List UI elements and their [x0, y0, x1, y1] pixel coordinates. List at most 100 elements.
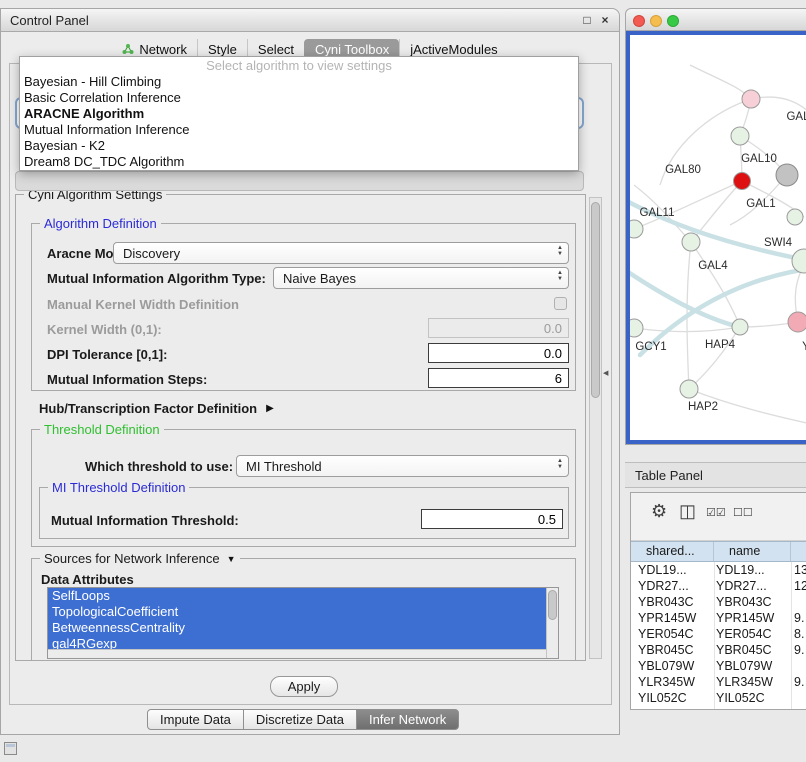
sources-group-title[interactable]: Sources for Network Inference ▼	[40, 551, 240, 566]
network-node[interactable]	[787, 209, 803, 225]
mi-type-select[interactable]: Naive Bayes ▲▼	[273, 267, 569, 289]
column-header-shared[interactable]: shared...	[631, 542, 714, 561]
table-toolbar: ⚙ ◫ ☑☑ ☐☐	[631, 493, 806, 541]
settings-scrollbar-thumb[interactable]	[591, 202, 600, 398]
tab-network-label: Network	[139, 42, 187, 57]
settings-scrollbar[interactable]	[589, 197, 602, 659]
select-all-icon[interactable]: ☑☑	[706, 506, 726, 519]
close-window-icon[interactable]: ×	[597, 12, 613, 28]
table-panel-header[interactable]: Table Panel	[625, 462, 806, 488]
manual-kernel-checkbox[interactable]	[554, 297, 567, 310]
table-row[interactable]: YBR043C YBR043C	[631, 594, 806, 610]
network-node[interactable]	[731, 127, 749, 145]
mi-threshold-label: Mutual Information Threshold:	[51, 513, 239, 528]
tab-discretize-data[interactable]: Discretize Data	[243, 709, 357, 730]
network-node[interactable]	[682, 233, 700, 251]
algorithm-option[interactable]: Mutual Information Inference	[20, 122, 578, 138]
tab-infer-network[interactable]: Infer Network	[356, 709, 459, 730]
cell-name: YIL052C	[716, 690, 789, 706]
columns-icon[interactable]: ◫	[679, 501, 696, 522]
data-attributes-list[interactable]: SelfLoops TopologicalCoefficient Between…	[47, 587, 559, 659]
cell-shared: YER054C	[638, 626, 712, 642]
column-header-partial[interactable]	[791, 542, 806, 561]
list-item[interactable]: SelfLoops	[48, 588, 546, 604]
cell-value: 9.	[794, 610, 804, 626]
network-window-titlebar[interactable]	[626, 9, 806, 31]
kernel-width-field[interactable]	[428, 318, 569, 338]
list-vertical-scrollbar[interactable]	[546, 588, 558, 658]
node-label: HAP2	[688, 401, 718, 413]
network-node-gal10[interactable]	[734, 173, 751, 190]
algorithm-option[interactable]: Dream8 DC_TDC Algorithm	[20, 154, 578, 170]
network-node[interactable]	[776, 164, 798, 186]
table-row[interactable]: YPR145W YPR145W 9.	[631, 610, 806, 626]
dpi-tolerance-field[interactable]	[428, 343, 569, 363]
tab-impute-data[interactable]: Impute Data	[147, 709, 244, 730]
combo-arrows-icon: ▲▼	[557, 245, 563, 257]
hub-definition-label: Hub/Transcription Factor Definition	[39, 401, 257, 416]
network-node[interactable]	[788, 312, 806, 332]
dpi-tolerance-label: DPI Tolerance [0,1]:	[47, 347, 167, 362]
minimized-panel-icon[interactable]	[4, 742, 17, 755]
algorithm-option-selected[interactable]: ARACNE Algorithm	[20, 106, 578, 122]
mi-threshold-group-title: MI Threshold Definition	[48, 480, 189, 495]
list-horizontal-scrollbar[interactable]	[48, 649, 546, 658]
cell-shared: YLR345W	[638, 674, 712, 690]
combo-arrows-icon: ▲▼	[557, 458, 563, 470]
list-scrollbar-thumb[interactable]	[548, 590, 557, 620]
list-item[interactable]: TopologicalCoefficient	[48, 604, 546, 620]
mi-threshold-field[interactable]	[421, 509, 563, 529]
network-canvas[interactable]: GAL GAL80 GAL10 GAL11 GAL1 SWI4 GAL4 GCY…	[630, 35, 806, 440]
float-window-icon[interactable]: □	[579, 12, 595, 28]
network-node[interactable]	[732, 319, 748, 335]
network-node[interactable]	[630, 220, 643, 238]
table-row[interactable]: YLR345W YLR345W 9.	[631, 674, 806, 690]
minimize-traffic-icon[interactable]	[650, 15, 662, 27]
table-row[interactable]: YDR27... YDR27... 12	[631, 578, 806, 594]
collapse-down-icon[interactable]: ▼	[227, 554, 236, 564]
network-node[interactable]	[630, 319, 643, 337]
control-panel-titlebar[interactable]: Control Panel □ ×	[1, 9, 619, 32]
network-node[interactable]	[742, 90, 760, 108]
pane-collapse-icon[interactable]: ◀	[603, 369, 608, 377]
gear-icon[interactable]: ⚙	[651, 501, 667, 522]
cell-value: 9.	[794, 642, 804, 658]
algorithm-option[interactable]: Bayesian - K2	[20, 138, 578, 154]
data-attributes-label: Data Attributes	[41, 572, 134, 587]
tab-select-label: Select	[258, 42, 294, 57]
node-label: GAL4	[698, 260, 728, 272]
deselect-all-icon[interactable]: ☐☐	[733, 506, 753, 519]
which-threshold-select[interactable]: MI Threshold ▲▼	[236, 455, 569, 477]
cell-value: 12	[794, 578, 806, 594]
table-row[interactable]: YDL19... YDL19... 13	[631, 562, 806, 578]
algorithm-option[interactable]: Bayesian - Hill Climbing	[20, 74, 578, 90]
table-row[interactable]: YBL079W YBL079W	[631, 658, 806, 674]
cell-shared: YBR043C	[638, 594, 712, 610]
apply-button[interactable]: Apply	[270, 676, 338, 697]
network-view-frame: GAL GAL80 GAL10 GAL11 GAL1 SWI4 GAL4 GCY…	[626, 31, 806, 444]
zoom-traffic-icon[interactable]	[667, 15, 679, 27]
table-panel-window: ⚙ ◫ ☑☑ ☐☐ shared... name YDL19... YDL19.…	[630, 492, 806, 710]
algorithm-option[interactable]: Basic Correlation Inference	[20, 90, 578, 106]
list-item[interactable]: BetweennessCentrality	[48, 620, 546, 636]
column-header-name[interactable]: name	[714, 542, 791, 561]
collapse-right-icon[interactable]: ▶	[266, 403, 274, 414]
algorithm-secondary-strip	[15, 171, 584, 191]
algorithm-definition-title: Algorithm Definition	[40, 216, 161, 231]
hub-definition-section[interactable]: Hub/Transcription Factor Definition ▶	[39, 401, 274, 416]
desktop: { "colors": { "selection": "#3d6ed2", "t…	[0, 0, 806, 762]
node-label: GAL80	[665, 164, 701, 176]
mi-steps-field[interactable]	[428, 368, 569, 388]
node-label: SWI4	[764, 237, 793, 249]
table-header-row: shared... name	[631, 541, 806, 562]
cell-name: YBL079W	[716, 658, 789, 674]
node-label: GAL1	[746, 198, 775, 210]
table-row[interactable]: YER054C YER054C 8.	[631, 626, 806, 642]
cell-value: 9.	[794, 674, 804, 690]
table-row[interactable]: YIL052C YIL052C	[631, 690, 806, 706]
table-row[interactable]: YBR045C YBR045C 9.	[631, 642, 806, 658]
network-node[interactable]	[680, 380, 698, 398]
close-traffic-icon[interactable]	[633, 15, 645, 27]
cell-shared: YBL079W	[638, 658, 712, 674]
aracne-mode-select[interactable]: Discovery ▲▼	[113, 242, 569, 264]
